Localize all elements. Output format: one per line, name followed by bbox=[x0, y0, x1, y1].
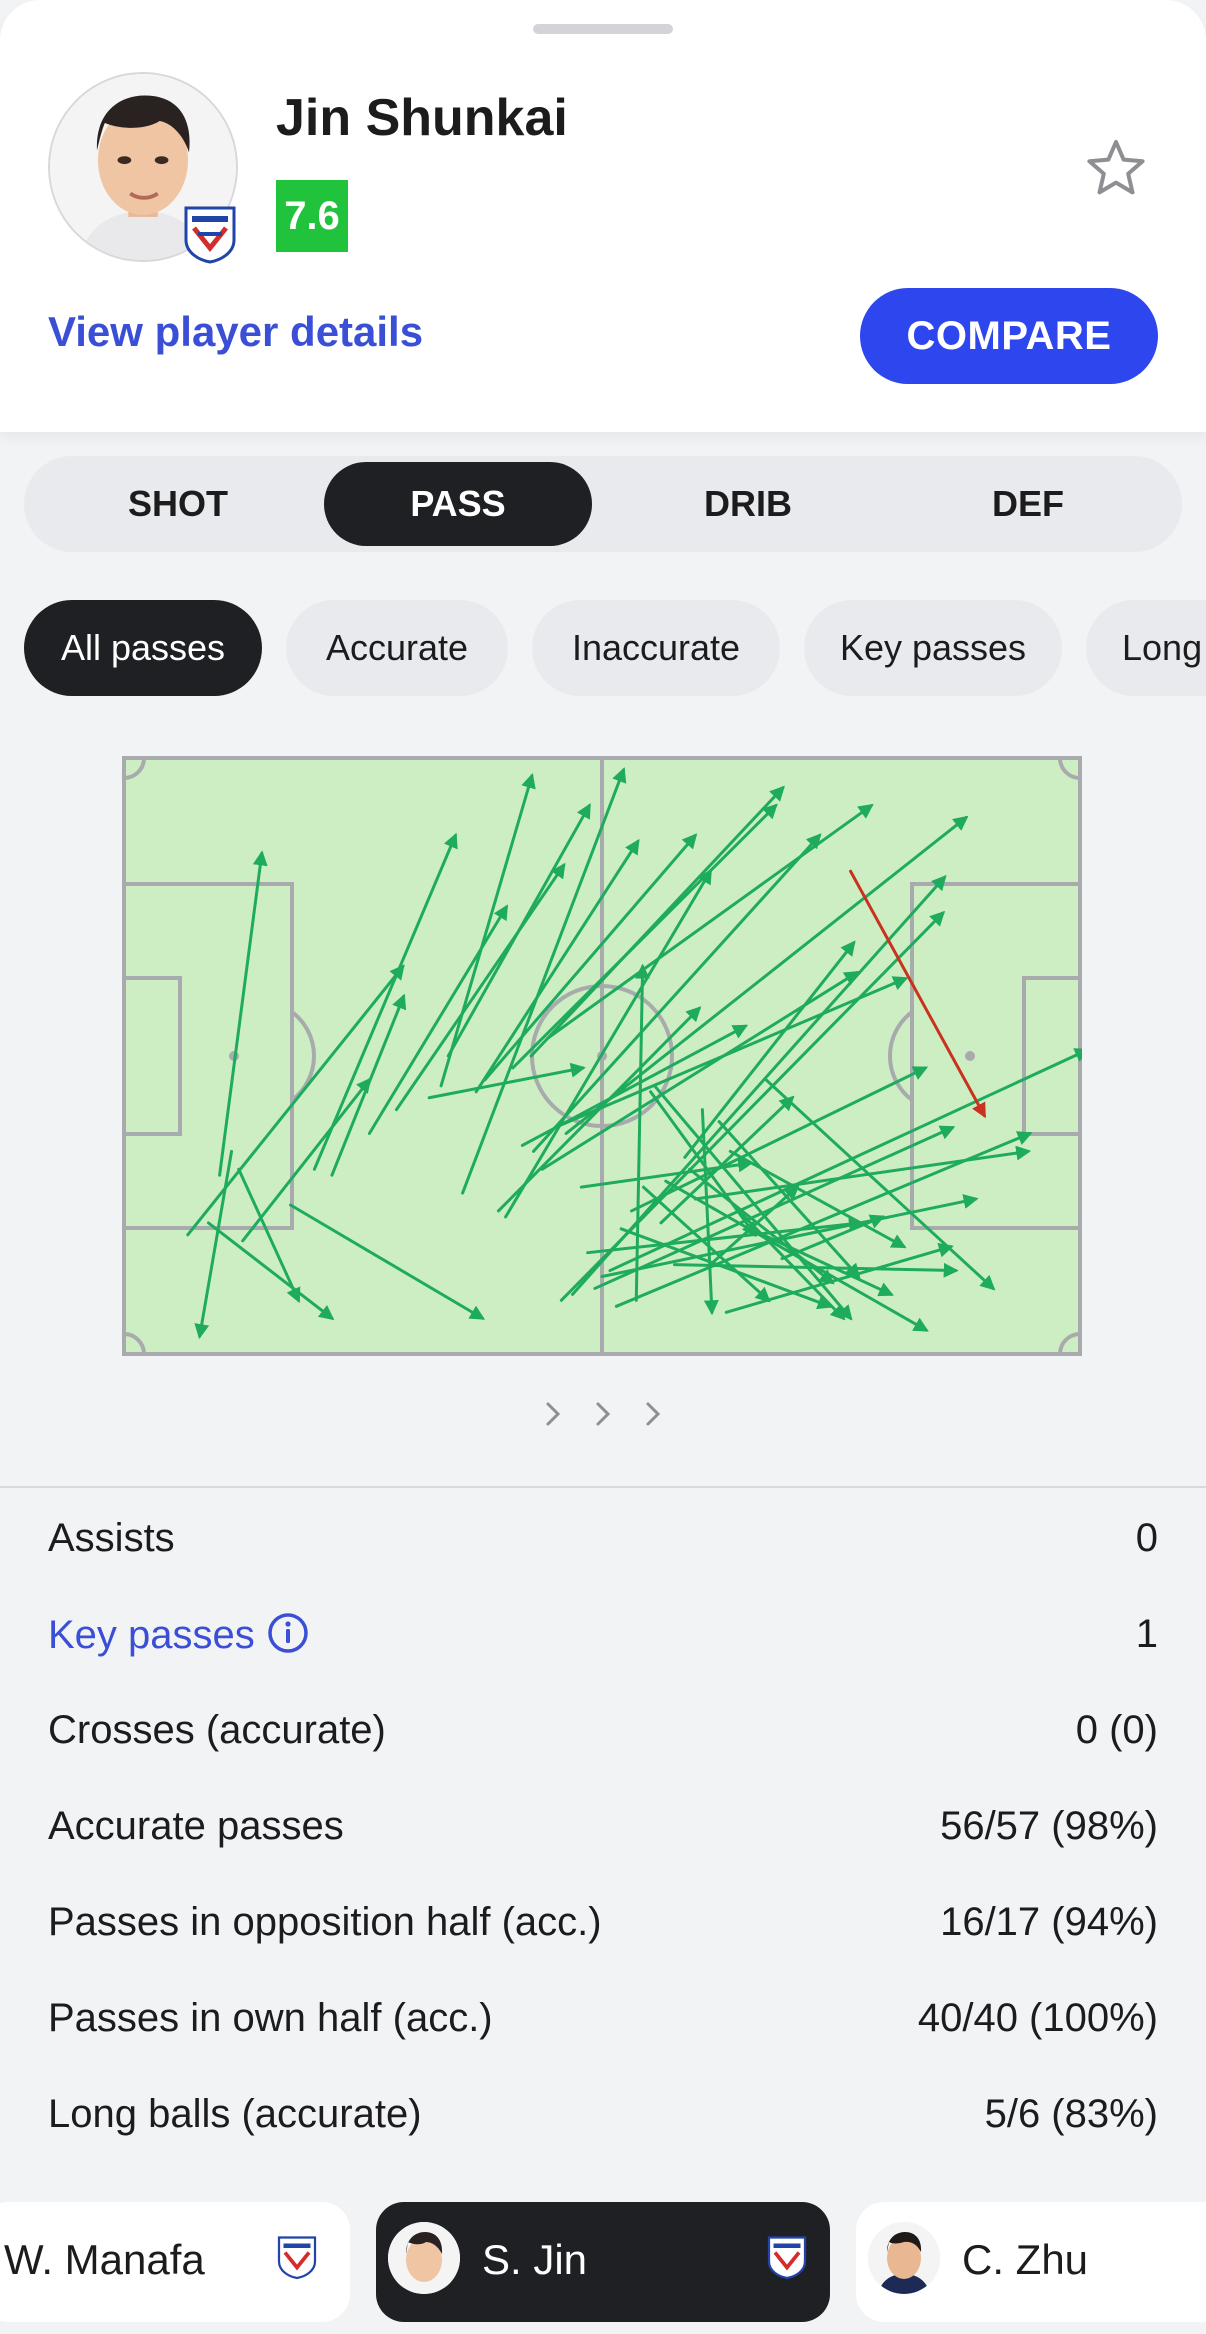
pass-stats-list: Assists 0 Key passes 1 Crosses (accurate… bbox=[0, 1490, 1206, 2162]
filter-accurate[interactable]: Accurate bbox=[286, 600, 508, 696]
stat-row-long-balls: Long balls (accurate) 5/6 (83%) bbox=[0, 2066, 1206, 2162]
player-switch-zhu[interactable]: C. Zhu bbox=[856, 2202, 1206, 2322]
player-switcher: W. Manafa S. Jin C. Zhu bbox=[0, 2194, 1206, 2334]
stat-value: 5/6 (83%) bbox=[984, 2092, 1158, 2136]
player-header-card: Jin Shunkai 7.6 View player details COMP… bbox=[0, 0, 1206, 432]
chevron-right-icon bbox=[646, 1402, 661, 1426]
club-crest-icon bbox=[767, 2236, 807, 2280]
star-outline-icon[interactable] bbox=[1084, 136, 1148, 200]
player-switch-manafa[interactable]: W. Manafa bbox=[0, 2202, 350, 2322]
club-crest-icon bbox=[182, 204, 238, 264]
tab-drib[interactable]: DRIB bbox=[614, 462, 882, 546]
pitch-svg bbox=[122, 756, 1082, 1356]
club-crest-icon bbox=[277, 2236, 317, 2280]
stat-row-key-passes[interactable]: Key passes 1 bbox=[0, 1586, 1206, 1682]
stat-row-opposition-half: Passes in opposition half (acc.) 16/17 (… bbox=[0, 1874, 1206, 1970]
filter-all-passes[interactable]: All passes bbox=[24, 600, 262, 696]
stat-label: Assists bbox=[48, 1516, 175, 1560]
tab-shot[interactable]: SHOT bbox=[44, 462, 312, 546]
tab-def[interactable]: DEF bbox=[894, 462, 1162, 546]
player-name: Jin Shunkai bbox=[276, 89, 568, 147]
info-circle-icon[interactable] bbox=[267, 1612, 309, 1654]
filter-key-passes[interactable]: Key passes bbox=[804, 600, 1062, 696]
stat-value: 0 bbox=[1135, 1516, 1158, 1560]
player-rating-badge: 7.6 bbox=[276, 180, 348, 252]
view-player-details-link[interactable]: View player details bbox=[48, 308, 423, 356]
stat-row-accurate-passes: Accurate passes 56/57 (98%) bbox=[0, 1778, 1206, 1874]
pass-map bbox=[122, 756, 1082, 1356]
player-switch-name: S. Jin bbox=[482, 2236, 588, 2283]
stat-value: 40/40 (100%) bbox=[917, 1996, 1158, 2040]
stat-value: 56/57 (98%) bbox=[940, 1804, 1158, 1848]
player-switch-avatar bbox=[868, 2222, 940, 2294]
pager-chevrons[interactable] bbox=[540, 1396, 666, 1432]
pass-filter-chips: All passes Accurate Inaccurate Key passe… bbox=[0, 600, 1206, 696]
stat-label: Crosses (accurate) bbox=[48, 1708, 386, 1752]
stat-value: 0 (0) bbox=[1075, 1708, 1158, 1752]
stat-label-link[interactable]: Key passes bbox=[48, 1612, 309, 1658]
stat-row-assists: Assists 0 bbox=[0, 1490, 1206, 1586]
filter-inaccurate[interactable]: Inaccurate bbox=[532, 600, 780, 696]
stat-label: Long balls (accurate) bbox=[48, 2092, 422, 2136]
player-switch-avatar bbox=[388, 2222, 460, 2294]
stat-tabs: SHOT PASS DRIB DEF bbox=[24, 456, 1182, 552]
stat-row-own-half: Passes in own half (acc.) 40/40 (100%) bbox=[0, 1970, 1206, 2066]
player-switch-name: C. Zhu bbox=[962, 2236, 1089, 2283]
stat-label: Passes in own half (acc.) bbox=[48, 1996, 493, 2040]
stat-value: 16/17 (94%) bbox=[940, 1900, 1158, 1944]
stat-value: 1 bbox=[1135, 1612, 1158, 1656]
stat-label: Accurate passes bbox=[48, 1804, 344, 1848]
player-switch-name: W. Manafa bbox=[4, 2236, 205, 2283]
stat-row-crosses: Crosses (accurate) 0 (0) bbox=[0, 1682, 1206, 1778]
chevron-right-icon bbox=[546, 1402, 561, 1426]
sheet-grabber[interactable] bbox=[533, 24, 673, 34]
player-switch-jin[interactable]: S. Jin bbox=[376, 2202, 830, 2322]
stat-label: Passes in opposition half (acc.) bbox=[48, 1900, 602, 1944]
chevron-right-icon bbox=[596, 1402, 611, 1426]
tab-pass[interactable]: PASS bbox=[324, 462, 592, 546]
section-divider bbox=[0, 1486, 1206, 1488]
compare-button[interactable]: COMPARE bbox=[860, 288, 1158, 384]
stat-label-text[interactable]: Key passes bbox=[48, 1613, 255, 1657]
filter-long[interactable]: Long bbox=[1086, 600, 1206, 696]
